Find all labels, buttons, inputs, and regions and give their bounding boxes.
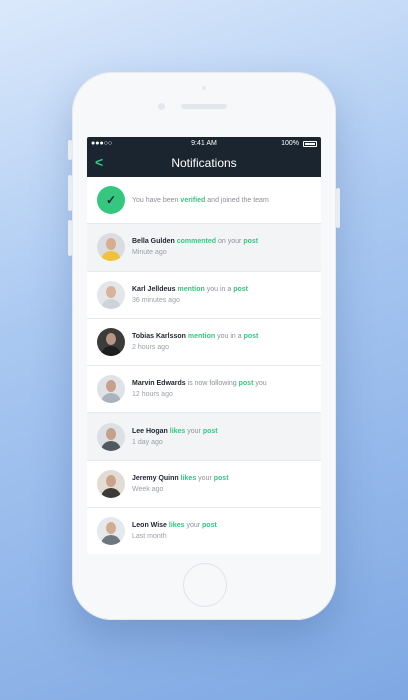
avatar[interactable] (97, 280, 125, 309)
connector-text: you in a (217, 333, 242, 341)
avatar[interactable] (97, 328, 125, 357)
connector-text: you in a (206, 285, 232, 293)
notification-list: Bella Gulden commented on your post Minut… (87, 224, 321, 554)
avatar[interactable] (97, 233, 125, 262)
timestamp: Minute ago (132, 249, 167, 257)
action-text: likes (180, 474, 197, 482)
action-text: is now following (187, 380, 237, 388)
notification-row[interactable]: Tobias Karlsson mention you in a post 2 h… (87, 319, 321, 367)
app-screen: ●●●○○ 9:41 AM 100% < Notifications ✓ You… (87, 137, 321, 554)
home-button[interactable] (183, 563, 227, 607)
battery-icon (303, 141, 317, 147)
mute-switch (68, 140, 72, 160)
timestamp: 36 minutes ago (132, 296, 180, 304)
sensor-dot (202, 86, 206, 90)
user-name[interactable]: Leon Wise (132, 522, 167, 529)
timestamp: Last month (132, 533, 167, 541)
user-name[interactable]: Marvin Edwards (132, 380, 186, 387)
check-icon: ✓ (97, 186, 125, 215)
power-button (336, 188, 340, 228)
action-text: mention (187, 333, 216, 341)
user-name[interactable]: Tobias Karlsson (132, 333, 186, 340)
post-link[interactable]: post (214, 475, 229, 482)
post-link[interactable]: post (203, 428, 218, 435)
notification-message: Leon Wise likes your post (132, 520, 217, 531)
notification-message: Bella Gulden commented on your post (132, 236, 258, 247)
notification-message: Lee Hogan likes your post (132, 426, 218, 437)
avatar[interactable] (97, 375, 125, 404)
timestamp: 12 hours ago (132, 391, 173, 399)
status-bar: ●●●○○ 9:41 AM 100% (87, 137, 321, 151)
post-link[interactable]: post (239, 380, 254, 387)
volume-up-button (68, 175, 72, 211)
connector-text: your (187, 427, 201, 435)
action-text: mention (177, 285, 205, 293)
verified-text: You have been verified and joined the te… (132, 196, 269, 204)
notification-row[interactable]: Karl Jelldeus mention you in a post 36 mi… (87, 272, 321, 319)
notification-message: Tobias Karlsson mention you in a post (132, 331, 258, 342)
verified-notification[interactable]: ✓ You have been verified and joined the … (87, 177, 321, 225)
user-name[interactable]: Jeremy Quinn (132, 475, 179, 482)
user-name[interactable]: Bella Gulden (132, 238, 175, 245)
user-name[interactable]: Karl Jelldeus (132, 286, 176, 293)
connector-text: on your (218, 238, 242, 246)
timestamp: 1 day ago (132, 438, 163, 446)
connector-text: your (186, 522, 201, 530)
timestamp: Week ago (132, 485, 164, 493)
notification-message: Karl Jelldeus mention you in a post (132, 284, 248, 295)
avatar[interactable] (97, 517, 125, 546)
notification-message: Marvin Edwards is now following post you (132, 378, 267, 389)
timestamp: 2 hours ago (132, 344, 169, 352)
user-name[interactable]: Lee Hogan (132, 428, 168, 435)
action-text: commented (176, 238, 217, 246)
post-link[interactable]: post (244, 333, 259, 340)
tail-text: you (255, 380, 267, 388)
post-link[interactable]: post (202, 522, 217, 529)
notification-row[interactable]: Lee Hogan likes your post 1 day ago (87, 413, 321, 461)
phone-frame: ●●●○○ 9:41 AM 100% < Notifications ✓ You… (72, 72, 336, 620)
notification-row[interactable]: Bella Gulden commented on your post Minut… (87, 224, 321, 272)
volume-down-button (68, 220, 72, 256)
front-camera (158, 103, 165, 110)
notification-row[interactable]: Marvin Edwards is now following post you… (87, 366, 321, 414)
avatar[interactable] (97, 422, 125, 451)
page-title: Notifications (171, 156, 237, 170)
connector-text: your (198, 474, 212, 482)
earpiece-speaker (181, 104, 227, 109)
battery-percent: 100% (281, 140, 299, 147)
post-link[interactable]: post (233, 286, 248, 293)
notification-row[interactable]: Jeremy Quinn likes your post Week ago (87, 461, 321, 509)
notification-row[interactable]: Leon Wise likes your post Last month (87, 508, 321, 554)
post-link[interactable]: post (243, 238, 258, 245)
avatar[interactable] (97, 469, 125, 498)
action-text: likes (169, 427, 186, 435)
action-text: likes (168, 522, 185, 530)
nav-header: ●●●○○ 9:41 AM 100% < Notifications (87, 137, 321, 177)
notification-message: Jeremy Quinn likes your post (132, 473, 229, 484)
